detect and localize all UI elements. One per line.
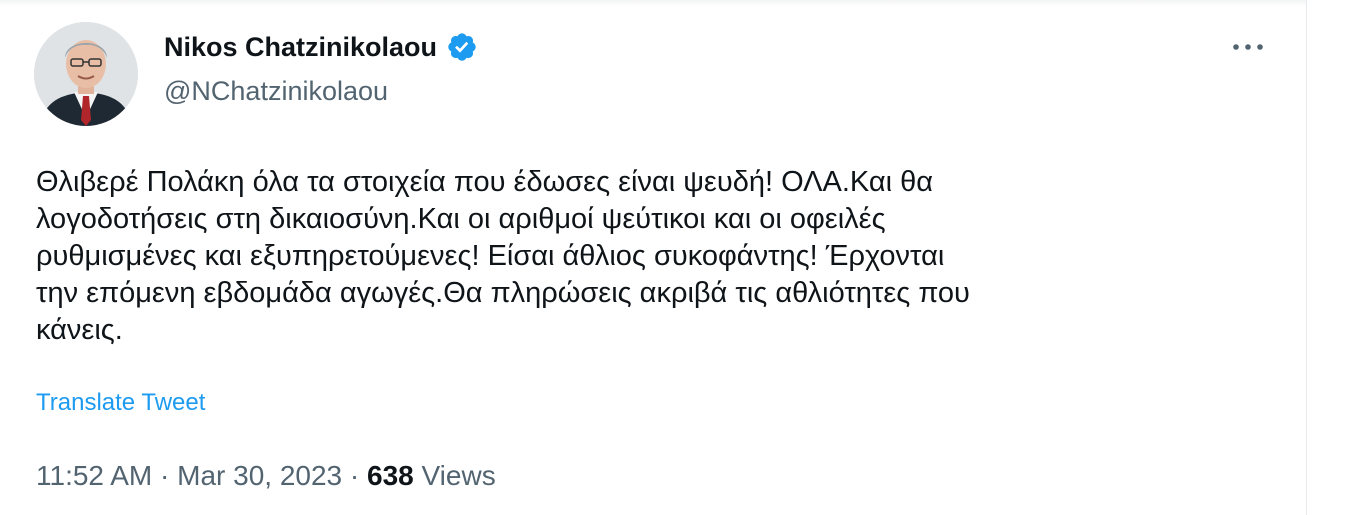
author-handle[interactable]: @NChatzinikolaou [164,74,388,108]
tweet-text: Θλιβερέ Πολάκη όλα τα στοιχεία που έδωσε… [36,166,970,346]
more-horizontal-icon [1233,44,1263,50]
tweet-time[interactable]: 11:52 AM [36,460,152,491]
meta-separator: · [349,460,360,491]
meta-separator: · [160,460,170,491]
column-border [1306,0,1307,515]
avatar[interactable] [34,22,138,126]
more-options-button[interactable] [1226,32,1270,62]
tweet-date[interactable]: Mar 30, 2023 [177,460,342,491]
views-count[interactable]: 638 [367,460,414,491]
author-display-name[interactable]: Nikos Chatzinikolaou [164,30,437,64]
author-name-row[interactable]: Nikos Chatzinikolaou [164,30,478,64]
verified-badge-icon [448,33,476,61]
translate-tweet-link[interactable]: Translate Tweet [36,387,205,419]
tweet-metadata: 11:52 AM · Mar 30, 2023 · 638 Views [36,458,496,494]
views-label: Views [421,460,496,491]
top-shade [0,0,1306,6]
